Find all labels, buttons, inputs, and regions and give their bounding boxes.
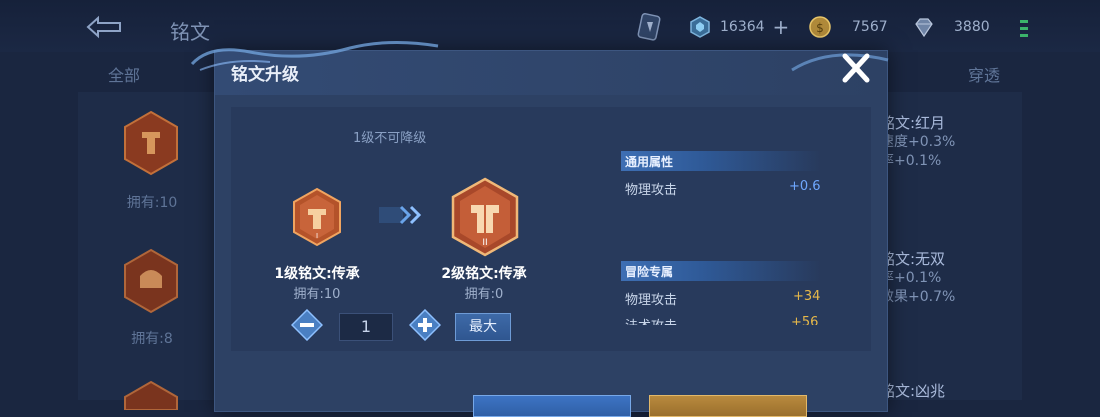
rune-badge-icon[interactable] [122,248,180,314]
rune-name: 铭文:凶兆 [880,382,946,400]
confirm-button[interactable] [649,395,807,417]
gold-count: 7567 [852,19,888,35]
rune-level2-icon: II [451,177,519,257]
rune-badge-icon[interactable] [122,380,180,410]
section-title: 通用属性 [625,155,674,169]
from-rune-name: 1级铭文:传承 [274,266,360,282]
resource-gold: $ 7567 [808,14,888,40]
diamond-icon [915,18,933,38]
increase-button[interactable] [409,309,441,341]
rune-attr: 效果+0.7% [880,289,956,305]
attr-value: +34 [793,289,821,304]
rune-name: 铭文:红月 [880,114,946,132]
add-gem-button[interactable]: + [773,17,790,37]
rune-level1-icon: I [293,187,341,247]
attr-value: +0.6 [789,179,821,194]
quantity-input[interactable]: 1 [339,313,393,341]
tab-all[interactable]: 全部 [108,62,140,86]
rune-card-icon[interactable] [636,12,664,42]
list-item[interactable]: 铭文:红月 速度+0.3% 率+0.1% [880,114,955,171]
rune-badge-icon[interactable] [122,110,180,176]
resource-gem: 16364 + [688,14,789,40]
close-icon[interactable] [836,50,876,86]
rune-attr: 率+0.1% [880,153,942,169]
rune-name: 铭文:无双 [880,250,946,268]
back-arrow-icon[interactable] [84,14,124,40]
rune-attr: 速度+0.3% [880,134,956,150]
decrease-button[interactable] [291,309,323,341]
list-item[interactable]: 铭文:无双 率+0.1% 效果+0.7% [880,250,955,307]
cancel-button[interactable] [473,395,631,417]
attr-name: 法术攻击 [625,315,677,325]
level-mark: I [316,232,318,240]
list-item[interactable]: 铭文:凶兆 [880,382,945,401]
to-rune-name: 2级铭文:传承 [441,266,527,282]
signal-icon [1020,20,1028,37]
diamond-count: 3880 [954,19,990,35]
owned-count: 拥有:8 [131,331,173,347]
hex-gem-icon [690,16,710,38]
attr-name: 物理攻击 [625,183,678,198]
section-title: 冒险专属 [625,265,674,279]
upgrade-arrow-icon [379,205,422,225]
attr-value: +56 [791,315,819,325]
level-mark: II [482,238,487,248]
tab-penetration[interactable]: 穿透 [968,62,1000,86]
owned-count: 拥有:10 [126,195,178,211]
gold-coin-icon: $ [809,16,831,38]
downgrade-note: 1级不可降级 [353,131,427,146]
rune-attr: 率+0.1% [880,270,942,286]
from-rune-owned: 拥有:10 [293,287,341,302]
max-button[interactable]: 最大 [455,313,511,341]
resource-diamond: 3880 [912,14,990,40]
svg-text:$: $ [816,21,824,35]
to-rune-owned: 拥有:0 [464,287,504,302]
upgrade-dialog: 铭文升级 1级不可降级 I 1级铭文:传承 拥有:10 II 2级铭文:传承 拥… [214,50,888,417]
attr-name: 物理攻击 [625,293,678,308]
swirl-ornament-icon [190,40,439,71]
attr-row-clipped: 法术攻击 +56 [615,311,845,325]
gem-count: 16364 [720,19,765,35]
